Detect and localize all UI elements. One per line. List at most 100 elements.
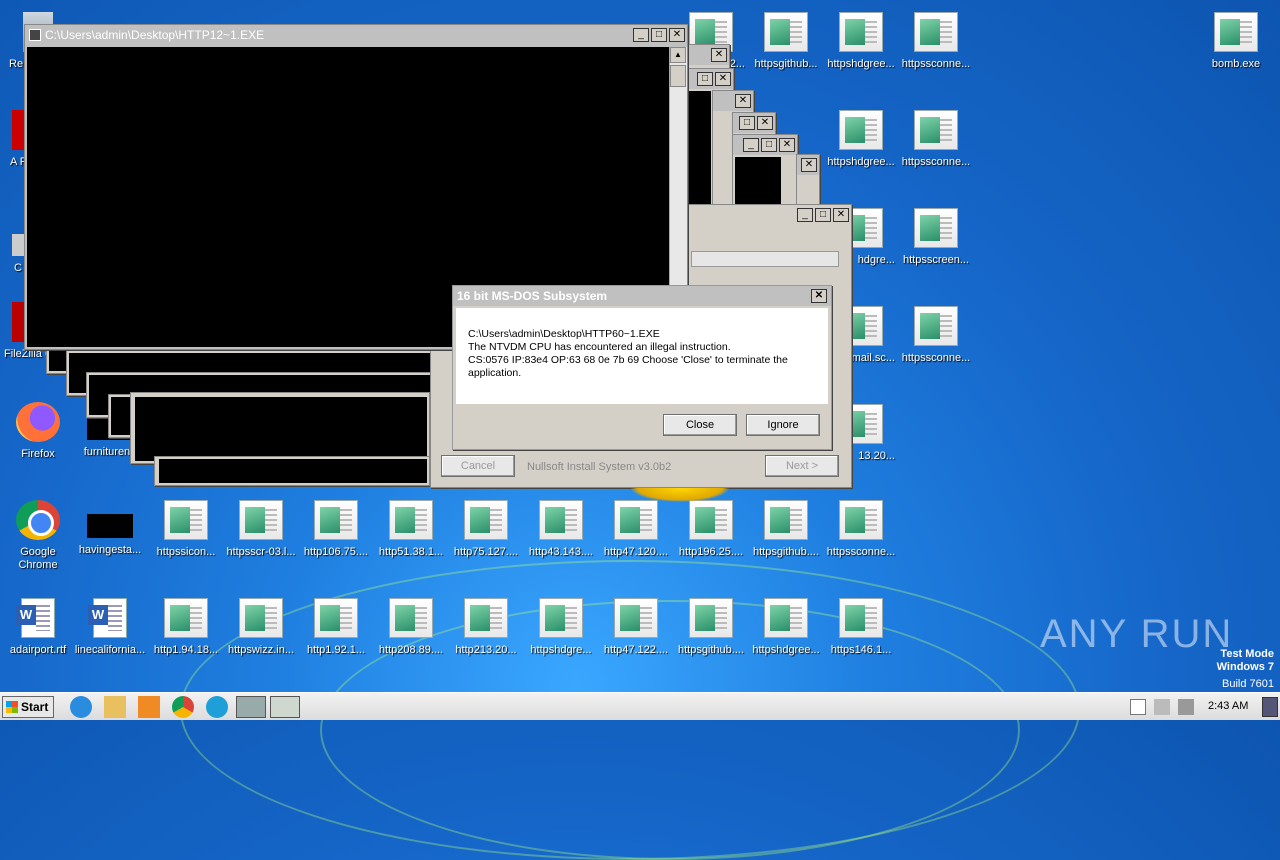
installer-taskbar-icon[interactable]: [270, 696, 300, 718]
close-button[interactable]: Close: [663, 414, 737, 436]
close-icon[interactable]: ✕: [711, 48, 727, 62]
console-taskbar-icon[interactable]: [236, 696, 266, 718]
web-shortcut-icon: [314, 500, 358, 540]
scroll-thumb[interactable]: [670, 65, 686, 87]
start-button[interactable]: Start: [2, 696, 54, 718]
network-icon[interactable]: [1154, 699, 1170, 715]
desktop-icon-web-shortcut[interactable]: http51.38.1...: [373, 496, 449, 584]
minimize-icon[interactable]: _: [797, 208, 813, 222]
close-icon[interactable]: ✕: [757, 116, 773, 130]
ignore-button[interactable]: Ignore: [746, 414, 820, 436]
start-label: Start: [21, 700, 49, 714]
build-text: Build 7601: [1222, 678, 1274, 690]
web-shortcut-icon: [164, 598, 208, 638]
desktop-icon-linecalifornia[interactable]: linecalifornia...: [72, 594, 148, 682]
desktop-icon-web-shortcut[interactable]: http1.94.18...: [148, 594, 224, 682]
desktop-icon-web-shortcut[interactable]: http43.143....: [523, 496, 599, 584]
desktop-icon-web-shortcut[interactable]: httpsscreen...: [898, 204, 974, 292]
web-shortcut-icon: [914, 208, 958, 248]
desktop-icon-web-shortcut[interactable]: http106.75....: [298, 496, 374, 584]
ie-icon[interactable]: [70, 696, 92, 718]
desktop-icon-web-shortcut[interactable]: httpswizz.in...: [223, 594, 299, 682]
desktop-icon-web-shortcut[interactable]: httpsgithub....: [673, 594, 749, 682]
maximize-icon[interactable]: □: [815, 208, 831, 222]
web-shortcut-icon: [764, 12, 808, 52]
web-shortcut-icon: [839, 500, 883, 540]
desktop-icon-adairport[interactable]: adairport.rtf: [0, 594, 76, 682]
desktop-icon-web-shortcut[interactable]: httpssconne...: [898, 8, 974, 96]
desktop-icon-label: linecalifornia...: [74, 644, 146, 656]
dialog-message-area: C:\Users\admin\Desktop\HTTP60~1.EXE The …: [456, 308, 828, 404]
scroll-up-icon[interactable]: ▲: [670, 47, 686, 63]
test-mode-label: Test Mode Windows 7 Build 7601: [1217, 648, 1274, 691]
desktop-icon-firefox[interactable]: Firefox: [0, 398, 76, 486]
desktop-icon-label: bomb.exe: [1211, 58, 1261, 70]
desktop-icon-label: http47.122....: [603, 644, 669, 656]
desktop-icon-web-shortcut[interactable]: https146.1...: [823, 594, 899, 682]
volume-icon[interactable]: [1178, 699, 1194, 715]
desktop-icon-web-shortcut[interactable]: http213.20...: [448, 594, 524, 682]
maximize-icon[interactable]: □: [761, 138, 777, 152]
console-window-stacked[interactable]: [154, 456, 430, 486]
desktop-icon-label: httpsgithub....: [677, 644, 745, 656]
explorer-icon[interactable]: [104, 696, 126, 718]
desktop-icon-web-shortcut[interactable]: httpssconne...: [823, 496, 899, 584]
close-icon[interactable]: ✕: [801, 158, 817, 172]
close-icon[interactable]: ✕: [811, 289, 827, 303]
desktop-icon-web-shortcut[interactable]: httpssicon...: [148, 496, 224, 584]
desktop-icon-web-shortcut[interactable]: httpssconne...: [898, 302, 974, 390]
dialog-titlebar[interactable]: 16 bit MS-DOS Subsystem ✕: [453, 286, 831, 306]
console-window-stacked[interactable]: [130, 392, 430, 464]
flag-icon[interactable]: [1130, 699, 1146, 715]
minimize-icon[interactable]: _: [743, 138, 759, 152]
close-icon[interactable]: ✕: [779, 138, 795, 152]
console-titlebar[interactable]: C:\Users\admin\Desktop\HTTP12~1.EXE _ □ …: [25, 25, 687, 45]
desktop-icon-web-shortcut[interactable]: httpsscr-03.l...: [223, 496, 299, 584]
desktop-icon-havingesta[interactable]: havingesta...: [72, 496, 148, 584]
desktop-icon-label: http1.94.18...: [153, 644, 219, 656]
installer-next-button[interactable]: Next >: [765, 455, 839, 477]
chrome-taskbar-icon[interactable]: [172, 696, 194, 718]
desktop-icon-web-shortcut[interactable]: http196.25....: [673, 496, 749, 584]
desktop-icon-label: httpswizz.in...: [227, 644, 295, 656]
maximize-icon[interactable]: □: [739, 116, 755, 130]
installer-cancel-button[interactable]: Cancel: [441, 455, 515, 477]
close-icon[interactable]: ✕: [669, 28, 685, 42]
desktop-icon-label: http51.38.1...: [378, 546, 444, 558]
show-desktop-button[interactable]: [1262, 697, 1278, 717]
dialog-line-error: The NTVDM CPU has encountered an illegal…: [468, 341, 731, 353]
desktop-icon-label: Firefox: [21, 448, 55, 460]
desktop-icon-label: httpssicon...: [156, 546, 216, 558]
web-shortcut-icon: [764, 500, 808, 540]
desktop-icon-web-shortcut[interactable]: httpshdgree...: [823, 8, 899, 96]
chrome-icon: [16, 500, 60, 540]
edge-icon[interactable]: [206, 696, 228, 718]
close-icon[interactable]: ✕: [715, 72, 731, 86]
desktop-icon-web-shortcut[interactable]: httpshdgree...: [748, 594, 824, 682]
desktop-icon-bomb[interactable]: bomb.exe: [1198, 8, 1274, 96]
desktop-icon-web-shortcut[interactable]: httpshdgree...: [823, 106, 899, 194]
minimize-icon[interactable]: _: [633, 28, 649, 42]
desktop-icon-web-shortcut[interactable]: http47.120....: [598, 496, 674, 584]
desktop-icon-web-shortcut[interactable]: httpssconne...: [898, 106, 974, 194]
close-icon[interactable]: ✕: [833, 208, 849, 222]
close-icon[interactable]: ✕: [735, 94, 751, 108]
desktop-icon-web-shortcut[interactable]: http75.127....: [448, 496, 524, 584]
console-window-stacked[interactable]: _ □ ✕: [732, 134, 798, 214]
desktop-icon-web-shortcut[interactable]: http1.92.1...: [298, 594, 374, 682]
desktop-icon-label: havingesta...: [78, 544, 142, 556]
media-player-icon[interactable]: [138, 696, 160, 718]
desktop-icon-web-shortcut[interactable]: http208.89....: [373, 594, 449, 682]
desktop-icon-web-shortcut[interactable]: httpsgithub...: [748, 8, 824, 96]
clock[interactable]: 2:43 AM: [1208, 700, 1248, 712]
desktop-icon-chrome[interactable]: Google Chrome: [0, 496, 76, 584]
maximize-icon[interactable]: □: [697, 72, 713, 86]
desktop-icon-web-shortcut[interactable]: httpshdgre...: [523, 594, 599, 682]
desktop-icon-label: httpssconne...: [826, 546, 896, 558]
desktop-icon-web-shortcut[interactable]: http47.122....: [598, 594, 674, 682]
console-output: [159, 459, 427, 483]
web-shortcut-icon: [764, 598, 808, 638]
maximize-icon[interactable]: □: [651, 28, 667, 42]
desktop-icon-web-shortcut[interactable]: httpsgithub....: [748, 496, 824, 584]
msdos-error-dialog[interactable]: 16 bit MS-DOS Subsystem ✕ C:\Users\admin…: [452, 285, 832, 450]
